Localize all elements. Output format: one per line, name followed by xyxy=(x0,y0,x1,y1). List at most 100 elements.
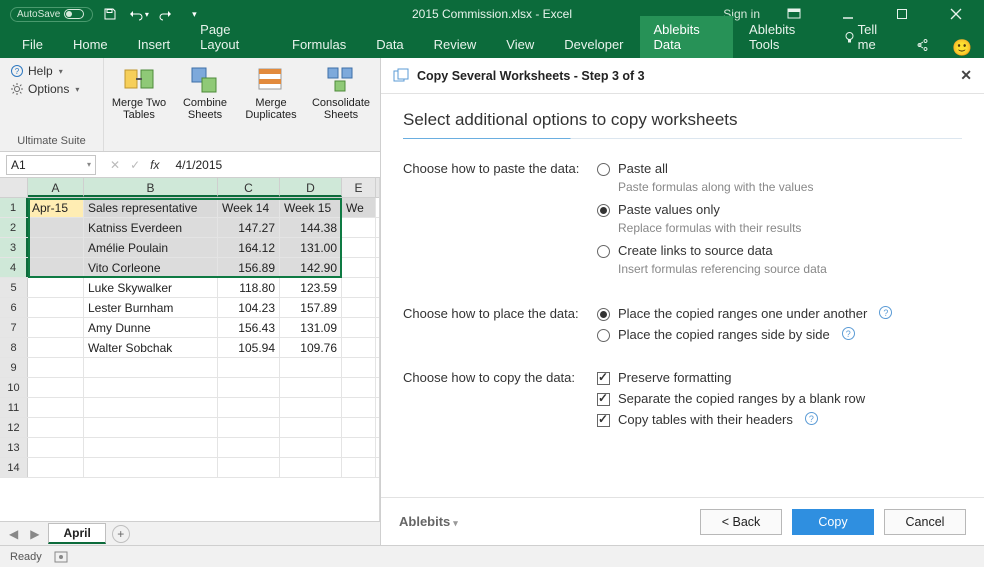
row-header[interactable]: 13 xyxy=(0,438,28,457)
cell[interactable]: Week 15 xyxy=(280,198,342,217)
row-header[interactable]: 8 xyxy=(0,338,28,357)
check-preserve-formatting[interactable]: Preserve formatting xyxy=(597,370,962,385)
cell[interactable] xyxy=(28,278,84,297)
row-header[interactable]: 7 xyxy=(0,318,28,337)
cell[interactable] xyxy=(28,218,84,237)
cell[interactable] xyxy=(342,458,376,477)
check-separate-blank-row[interactable]: Separate the copied ranges by a blank ro… xyxy=(597,391,962,406)
autosave-toggle[interactable]: AutoSave xyxy=(10,7,93,22)
cell[interactable]: 131.09 xyxy=(280,318,342,337)
cell[interactable] xyxy=(28,358,84,377)
tab-review[interactable]: Review xyxy=(420,31,491,58)
cell[interactable]: Sales representative xyxy=(84,198,218,217)
cell[interactable] xyxy=(218,358,280,377)
cell[interactable]: 147.27 xyxy=(218,218,280,237)
cancel-button[interactable]: Cancel xyxy=(884,509,966,535)
sheet-nav-next-icon[interactable]: ▶ xyxy=(27,527,42,541)
cell[interactable]: 118.80 xyxy=(218,278,280,297)
cell[interactable] xyxy=(342,218,376,237)
cell[interactable]: Amélie Poulain xyxy=(84,238,218,257)
cell[interactable]: Week 14 xyxy=(218,198,280,217)
redo-icon[interactable] xyxy=(155,3,177,25)
cell[interactable] xyxy=(342,258,376,277)
radio-paste-all[interactable]: Paste all xyxy=(597,161,962,176)
sheet-tab-active[interactable]: April xyxy=(48,523,105,544)
consolidate-sheets-button[interactable]: Consolidate Sheets xyxy=(308,62,374,121)
cell[interactable] xyxy=(28,418,84,437)
cell[interactable] xyxy=(342,418,376,437)
cell[interactable]: Katniss Everdeen xyxy=(84,218,218,237)
help-icon[interactable]: ? xyxy=(805,412,818,425)
row-header[interactable]: 12 xyxy=(0,418,28,437)
cancel-icon[interactable]: ✕ xyxy=(110,158,120,172)
tab-home[interactable]: Home xyxy=(59,31,122,58)
cell[interactable]: Apr-15 xyxy=(28,198,84,217)
cell[interactable] xyxy=(280,398,342,417)
cell[interactable]: Amy Dunne xyxy=(84,318,218,337)
help-icon[interactable]: ? xyxy=(879,306,892,319)
cell[interactable] xyxy=(84,418,218,437)
tab-insert[interactable]: Insert xyxy=(124,31,185,58)
cell[interactable] xyxy=(342,278,376,297)
combine-sheets-button[interactable]: Combine Sheets xyxy=(176,62,234,121)
spreadsheet-grid[interactable]: 1Apr-15Sales representativeWeek 14Week 1… xyxy=(0,198,379,521)
cell[interactable]: Luke Skywalker xyxy=(84,278,218,297)
cell[interactable] xyxy=(342,438,376,457)
cell[interactable] xyxy=(84,458,218,477)
tab-developer[interactable]: Developer xyxy=(550,31,637,58)
cell[interactable] xyxy=(280,458,342,477)
cell[interactable]: 109.76 xyxy=(280,338,342,357)
macro-record-icon[interactable] xyxy=(54,551,68,563)
tab-ablebits-tools[interactable]: Ablebits Tools xyxy=(735,16,831,58)
radio-place-side[interactable]: Place the copied ranges side by side? xyxy=(597,327,962,342)
cell[interactable] xyxy=(84,378,218,397)
cell[interactable]: Lester Burnham xyxy=(84,298,218,317)
row-header[interactable]: 9 xyxy=(0,358,28,377)
cell[interactable] xyxy=(84,398,218,417)
new-sheet-button[interactable]: + xyxy=(112,525,130,543)
cell[interactable]: 157.89 xyxy=(280,298,342,317)
row-header[interactable]: 5 xyxy=(0,278,28,297)
cell[interactable] xyxy=(218,418,280,437)
cell[interactable] xyxy=(28,338,84,357)
cell[interactable]: Vito Corleone xyxy=(84,258,218,277)
cell[interactable] xyxy=(84,358,218,377)
cell[interactable] xyxy=(218,378,280,397)
select-all-corner[interactable] xyxy=(0,178,28,197)
cell[interactable]: 156.43 xyxy=(218,318,280,337)
row-header[interactable]: 2 xyxy=(0,218,28,237)
confirm-icon[interactable]: ✓ xyxy=(130,158,140,172)
help-icon[interactable]: ? xyxy=(842,327,855,340)
cell[interactable] xyxy=(28,378,84,397)
cell[interactable] xyxy=(28,238,84,257)
col-header[interactable]: D xyxy=(280,178,342,197)
cell[interactable] xyxy=(28,398,84,417)
row-header[interactable]: 3 xyxy=(0,238,28,257)
row-header[interactable]: 10 xyxy=(0,378,28,397)
cell[interactable]: 104.23 xyxy=(218,298,280,317)
radio-create-links[interactable]: Create links to source data xyxy=(597,243,962,258)
row-header[interactable]: 6 xyxy=(0,298,28,317)
fx-icon[interactable]: fx xyxy=(150,158,159,172)
cell[interactable] xyxy=(342,378,376,397)
cell[interactable]: We xyxy=(342,198,376,217)
cell[interactable]: 156.89 xyxy=(218,258,280,277)
feedback-smile-icon[interactable]: 🙂 xyxy=(940,38,984,58)
cell[interactable] xyxy=(28,258,84,277)
cell[interactable] xyxy=(342,238,376,257)
cell[interactable]: 123.59 xyxy=(280,278,342,297)
cell[interactable] xyxy=(218,398,280,417)
merge-duplicates-button[interactable]: Merge Duplicates xyxy=(242,62,300,121)
col-header[interactable]: C xyxy=(218,178,280,197)
cell[interactable]: 131.00 xyxy=(280,238,342,257)
cell[interactable] xyxy=(342,358,376,377)
name-box[interactable]: A1▾ xyxy=(6,155,96,175)
cell[interactable] xyxy=(28,438,84,457)
cell[interactable]: 142.90 xyxy=(280,258,342,277)
row-header[interactable]: 1 xyxy=(0,198,28,217)
tab-view[interactable]: View xyxy=(492,31,548,58)
cell[interactable] xyxy=(342,338,376,357)
cell[interactable]: Walter Sobchak xyxy=(84,338,218,357)
cell[interactable] xyxy=(28,298,84,317)
copy-button[interactable]: Copy xyxy=(792,509,874,535)
